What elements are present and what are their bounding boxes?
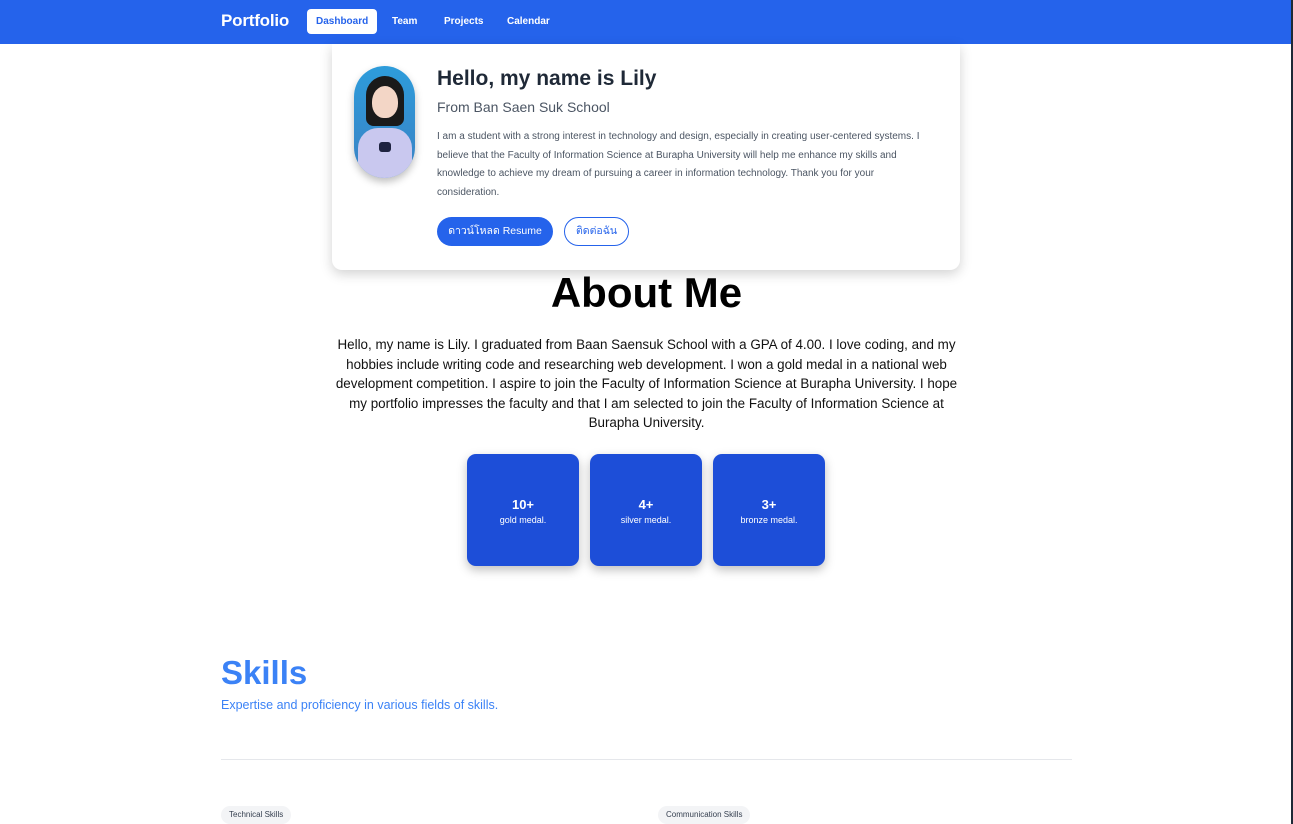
- profile-photo: [354, 66, 415, 178]
- skills-subtitle: Expertise and proficiency in various fie…: [221, 698, 499, 712]
- hero-description: I am a student with a strong interest in…: [437, 131, 920, 198]
- about-text: Hello, my name is Lily. I graduated from…: [335, 337, 958, 431]
- contact-button[interactable]: ติดต่อฉัน: [564, 217, 629, 246]
- stat-value: 4+: [638, 497, 654, 512]
- nav-link-calendar[interactable]: Calendar: [498, 9, 559, 34]
- download-resume-button[interactable]: ดาวน์โหลด Resume: [437, 217, 553, 246]
- nav-link-dashboard[interactable]: Dashboard: [307, 9, 378, 34]
- hero-subtitle: From Ban Saen Suk School: [437, 99, 610, 115]
- about-title: About Me: [550, 269, 743, 316]
- stat-label: gold medal.: [499, 515, 547, 525]
- stat-label: bronze medal.: [740, 515, 798, 525]
- brand-logo[interactable]: Portfolio: [221, 11, 289, 31]
- stat-card-gold: 10+ gold medal.: [467, 454, 579, 566]
- stat-label: silver medal.: [620, 515, 672, 525]
- nav-link-projects[interactable]: Projects: [435, 9, 492, 34]
- hero-title: Hello, my name is Lily: [437, 67, 657, 90]
- nav-link-team[interactable]: Team: [383, 9, 426, 34]
- stat-card-bronze: 3+ bronze medal.: [713, 454, 825, 566]
- section-divider: [221, 759, 1072, 760]
- top-navbar: Portfolio Dashboard Team Projects Calend…: [0, 0, 1291, 44]
- skills-title: Skills: [221, 654, 308, 691]
- stat-value: 10+: [511, 497, 535, 512]
- skill-category-technical[interactable]: Technical Skills: [221, 806, 292, 824]
- stat-card-silver: 4+ silver medal.: [590, 454, 702, 566]
- page: Portfolio Dashboard Team Projects Calend…: [0, 0, 1293, 824]
- skill-category-communication[interactable]: Communication Skills: [658, 806, 751, 824]
- hero-card: Hello, my name is Lily From Ban Saen Suk…: [332, 44, 960, 270]
- stat-value: 3+: [761, 497, 777, 512]
